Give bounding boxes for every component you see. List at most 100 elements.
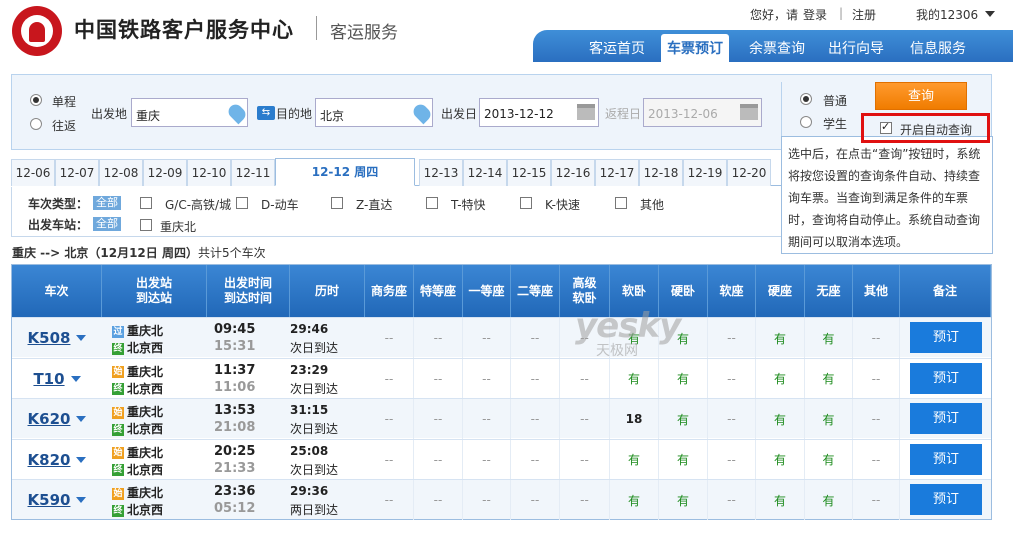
train-number-cell[interactable]: K620 (12, 399, 102, 439)
result-summary: 重庆 --> 北京（12月12日 周四）共计5个车次 (12, 244, 266, 261)
chevron-down-icon[interactable] (76, 416, 87, 422)
station-tag-icon: 始 (112, 447, 124, 459)
from-station-name: 重庆北 (127, 445, 164, 460)
seat-availability: -- (708, 318, 756, 358)
train-number[interactable]: T10 (33, 370, 64, 388)
account-dropdown-icon[interactable] (985, 11, 995, 17)
train-number[interactable]: K820 (28, 451, 71, 469)
chevron-down-icon[interactable] (76, 456, 87, 463)
station-all-tag[interactable]: 全部 (93, 217, 121, 231)
query-button[interactable]: 查询 (875, 82, 967, 110)
nav-info-service[interactable]: 信息服务 (910, 38, 966, 58)
station-label: 重庆北 (160, 220, 197, 234)
my-account-link[interactable]: 我的12306 (916, 6, 978, 23)
train-number-cell[interactable]: K508 (12, 318, 102, 358)
station-tag-icon: 始 (112, 406, 124, 419)
nav-remaining-tickets[interactable]: 余票查询 (749, 38, 805, 58)
date-tab[interactable]: 12-06 (11, 159, 55, 186)
seat-availability: -- (708, 480, 756, 520)
date-tab[interactable]: 12-11 (231, 159, 275, 186)
chevron-down-icon[interactable] (70, 375, 81, 382)
from-station-name: 重庆北 (127, 324, 164, 338)
type-checkbox[interactable] (140, 197, 152, 209)
chevron-down-icon[interactable] (76, 335, 87, 341)
book-button[interactable]: 预订 (910, 362, 982, 394)
arrival-day: 次日到达 (290, 381, 339, 396)
train-number-cell[interactable]: K590 (12, 480, 102, 520)
date-tab[interactable]: 12-19 (683, 159, 727, 186)
roundtrip-label: 往返 (52, 119, 77, 133)
date-tab[interactable]: 12-14 (463, 159, 507, 186)
book-button[interactable]: 预订 (910, 443, 982, 475)
seat-availability: -- (560, 399, 610, 439)
calendar-icon[interactable] (577, 104, 595, 120)
type-label: T-特快 (451, 198, 486, 212)
station-tag-icon: 终 (112, 342, 124, 355)
to-station: 终北京西 (112, 501, 163, 518)
normal-ticket-radio[interactable] (800, 93, 812, 105)
book-button[interactable]: 预订 (910, 322, 982, 353)
oneway-radio[interactable] (30, 94, 42, 106)
student-ticket-radio[interactable] (800, 116, 812, 128)
type-checkbox[interactable] (615, 197, 627, 209)
column-header: 出发站 到达站 (102, 265, 207, 317)
nav-travel-guide[interactable]: 出行向导 (828, 38, 884, 58)
brand-divider (316, 16, 317, 40)
to-station-name: 北京西 (127, 462, 164, 477)
login-link[interactable]: 登录 (803, 6, 827, 23)
column-header: 硬座 (756, 265, 805, 317)
book-button[interactable]: 预订 (910, 403, 982, 434)
seat-availability: -- (463, 480, 511, 520)
date-tab[interactable]: 12-20 (727, 159, 771, 186)
roundtrip-radio[interactable] (30, 118, 42, 130)
from-station: 始重庆北 (112, 444, 163, 461)
nav-ticket-booking[interactable]: 车票预订 (661, 34, 729, 62)
date-tab[interactable]: 12-16 (551, 159, 595, 186)
seat-availability: 有 (805, 399, 853, 439)
train-number[interactable]: K620 (28, 410, 71, 428)
type-checkbox[interactable] (236, 197, 248, 209)
site-brand: 中国铁路客户服务中心 (74, 18, 294, 42)
arrive-time: 05:12 (214, 501, 256, 516)
station-checkbox[interactable] (140, 219, 152, 231)
train-number[interactable]: K508 (28, 329, 71, 347)
search-divider (781, 82, 782, 140)
column-header[interactable]: 历时 (290, 265, 365, 317)
type-all-tag[interactable]: 全部 (93, 196, 121, 210)
seat-availability: 有 (756, 318, 805, 358)
date-tab[interactable]: 12-09 (143, 159, 187, 186)
seat-availability: -- (463, 439, 511, 480)
auto-query-label: 开启自动查询 (900, 123, 973, 137)
chevron-down-icon[interactable] (76, 497, 87, 503)
train-number-cell[interactable]: K820 (12, 440, 102, 480)
type-checkbox[interactable] (331, 197, 343, 209)
station-tag-icon: 终 (112, 464, 124, 476)
date-tab[interactable]: 12-08 (99, 159, 143, 186)
train-number-cell[interactable]: T10 (12, 359, 102, 399)
station-tag-icon: 始 (112, 487, 124, 500)
student-ticket-label: 学生 (823, 117, 848, 131)
date-tab[interactable]: 12-17 (595, 159, 639, 186)
seat-availability: -- (463, 399, 511, 439)
train-number[interactable]: K590 (28, 491, 71, 509)
register-link[interactable]: 注册 (852, 6, 876, 23)
from-station-name: 重庆北 (127, 364, 164, 379)
swap-icon[interactable]: ⇆ (257, 106, 275, 120)
type-checkbox[interactable] (426, 197, 438, 209)
type-checkbox[interactable] (520, 197, 532, 209)
date-tab[interactable]: 12-07 (55, 159, 99, 186)
auto-query-checkbox[interactable] (880, 120, 892, 134)
from-station: 始重庆北 (112, 363, 163, 380)
station-tag-icon: 始 (112, 366, 124, 378)
nav-home[interactable]: 客运首页 (589, 38, 645, 58)
date-tab[interactable]: 12-13 (419, 159, 463, 186)
column-header[interactable]: 出发时间 到达时间 (207, 265, 290, 317)
calendar-icon[interactable] (740, 104, 758, 120)
date-tab-active[interactable]: 12-12 周四 (275, 158, 415, 186)
date-tab[interactable]: 12-15 (507, 159, 551, 186)
book-button[interactable]: 预订 (910, 484, 982, 515)
date-tab[interactable]: 12-18 (639, 159, 683, 186)
date-tab[interactable]: 12-10 (187, 159, 231, 186)
duration: 29:46 (290, 322, 329, 336)
return-label: 返程日 (605, 107, 642, 121)
